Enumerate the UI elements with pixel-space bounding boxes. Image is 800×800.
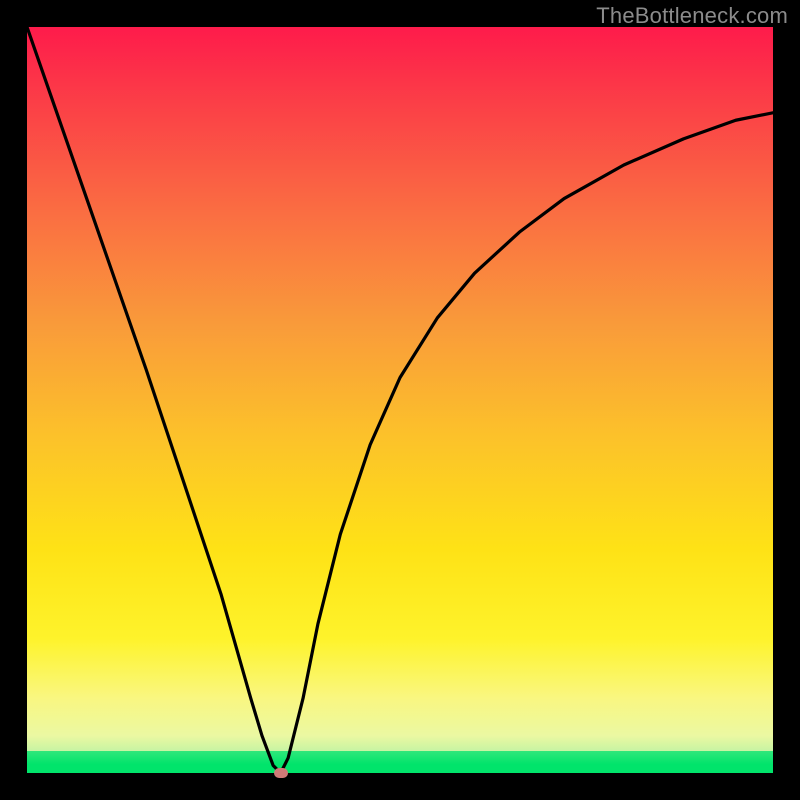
bottleneck-curve (27, 27, 773, 773)
optimal-marker (274, 768, 288, 778)
watermark-text: TheBottleneck.com (596, 3, 788, 29)
chart-frame: TheBottleneck.com (0, 0, 800, 800)
plot-area (27, 27, 773, 773)
